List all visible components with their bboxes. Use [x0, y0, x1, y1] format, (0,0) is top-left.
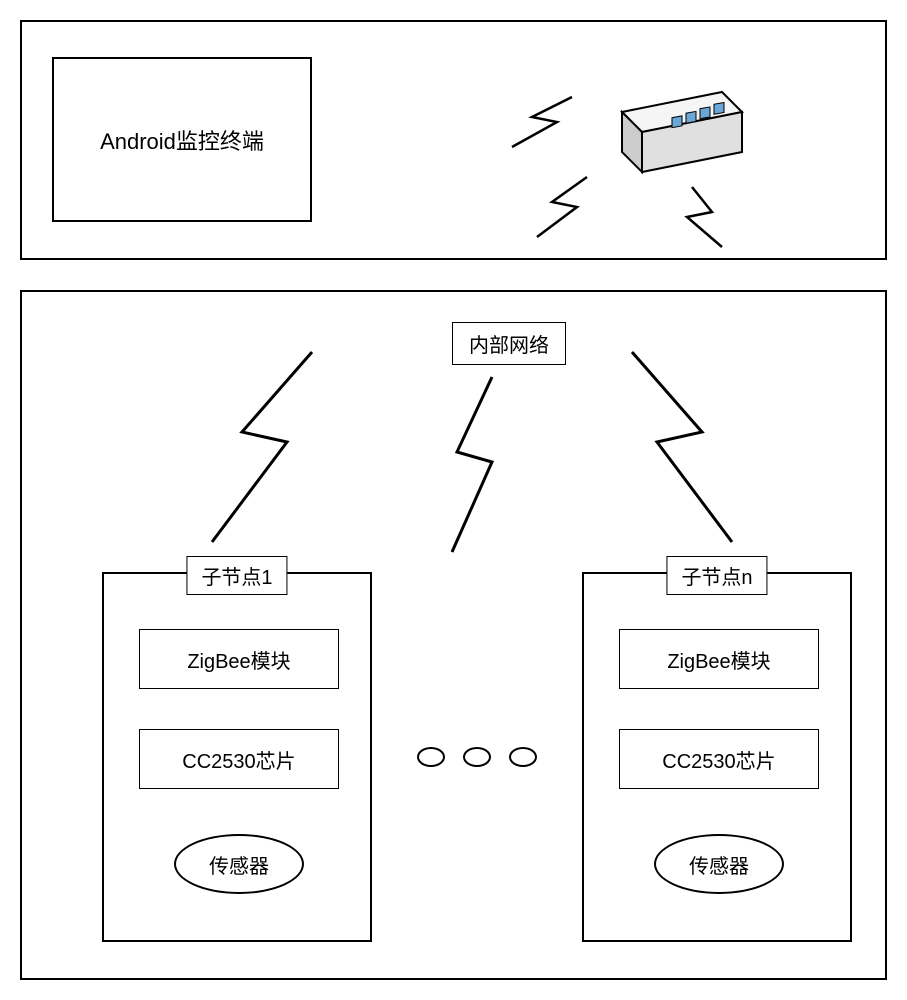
dot-icon — [509, 747, 537, 767]
signal-bolt-icon — [672, 182, 732, 252]
ellipsis-dots — [417, 747, 537, 767]
cc2530-chip-label: CC2530芯片 — [182, 745, 295, 774]
android-terminal-box: Android监控终端 — [52, 57, 312, 222]
dot-icon — [417, 747, 445, 767]
cc2530-chip-box: CC2530芯片 — [139, 729, 339, 789]
zigbee-module-box: ZigBee模块 — [619, 629, 819, 689]
inner-network-label: 内部网络 — [452, 322, 566, 365]
cc2530-chip-box: CC2530芯片 — [619, 729, 819, 789]
router-icon — [602, 82, 752, 192]
child-node-title-text: 子节点n — [681, 567, 752, 589]
signal-bolt-icon — [432, 372, 522, 562]
child-node-box: 子节点n ZigBee模块 CC2530芯片 传感器 — [582, 572, 852, 942]
signal-bolt-icon — [612, 342, 752, 562]
dot-icon — [463, 747, 491, 767]
android-terminal-label: Android监控终端 — [100, 124, 264, 156]
signal-bolt-icon — [192, 342, 332, 562]
inner-network-text: 内部网络 — [469, 335, 549, 357]
sensor-ellipse: 传感器 — [174, 834, 304, 894]
child-node-title-text: 子节点1 — [201, 567, 272, 589]
child-node-title: 子节点n — [666, 556, 767, 595]
zigbee-module-box: ZigBee模块 — [139, 629, 339, 689]
sensor-ellipse: 传感器 — [654, 834, 784, 894]
cc2530-chip-label: CC2530芯片 — [662, 745, 775, 774]
zigbee-module-label: ZigBee模块 — [187, 645, 290, 674]
bottom-panel: 内部网络 子节点1 ZigBee模块 CC2530芯片 传感器 子节点n — [20, 290, 887, 980]
signal-bolt-icon — [532, 172, 602, 242]
sensor-label: 传感器 — [689, 850, 749, 879]
zigbee-module-label: ZigBee模块 — [667, 645, 770, 674]
sensor-label: 传感器 — [209, 850, 269, 879]
child-node-title: 子节点1 — [186, 556, 287, 595]
top-panel: Android监控终端 — [20, 20, 887, 260]
signal-bolt-icon — [502, 92, 582, 152]
child-node-box: 子节点1 ZigBee模块 CC2530芯片 传感器 — [102, 572, 372, 942]
